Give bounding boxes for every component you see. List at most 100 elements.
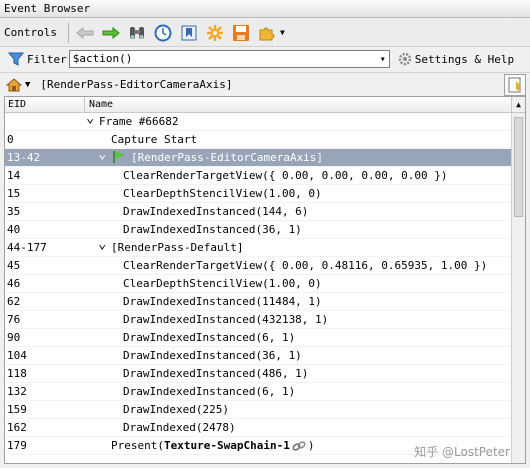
event-name: Frame #66682 xyxy=(99,113,178,131)
tree-group-row[interactable]: 13-42 ⌄ [RenderPass-EditorCameraAxis] xyxy=(5,146,511,167)
table-row[interactable]: 159 DrawIndexed(225) xyxy=(5,401,511,419)
link-icon[interactable] xyxy=(292,440,306,452)
event-name: DrawIndexedInstanced(36, 1) xyxy=(123,221,302,239)
table-row[interactable]: 76 DrawIndexedInstanced(432138, 1) xyxy=(5,311,511,329)
event-name-text: DrawIndexedInstanced(6, 1) xyxy=(123,331,296,344)
find-button[interactable] xyxy=(126,22,148,44)
settings-help-button[interactable]: Settings & Help xyxy=(398,52,514,66)
event-name-text: Present( xyxy=(111,439,164,452)
table-row[interactable]: 132 DrawIndexedInstanced(6, 1) xyxy=(5,383,511,401)
resource-link[interactable]: Texture-SwapChain-1 xyxy=(164,439,290,452)
bookmark-button[interactable] xyxy=(178,22,200,44)
event-name-text: DrawIndexedInstanced(432138, 1) xyxy=(123,313,329,326)
event-name: DrawIndexedInstanced(36, 1) xyxy=(123,347,302,365)
filter-input[interactable]: $action() ▾ xyxy=(68,50,390,68)
chevron-down-icon[interactable]: ⌄ xyxy=(98,145,106,163)
eid-cell: 14 xyxy=(7,169,21,182)
clock-icon xyxy=(154,24,172,41)
event-name-text: [RenderPass-EditorCameraAxis] xyxy=(131,151,324,164)
event-name-text: DrawIndexedInstanced(36, 1) xyxy=(123,223,302,236)
tree-group-row[interactable]: 44-177 ⌄ [RenderPass-Default] xyxy=(5,236,511,257)
add-bookmark-button[interactable] xyxy=(504,74,526,96)
name-cell: Capture Start xyxy=(85,131,511,148)
chevron-down-icon[interactable]: ▼ xyxy=(25,80,30,90)
table-row[interactable]: 15 ClearDepthStencilView(1.00, 0) xyxy=(5,185,511,203)
vertical-scrollbar[interactable] xyxy=(511,113,525,463)
table-row[interactable]: 162 DrawIndexed(2478) xyxy=(5,419,511,437)
event-name-text: DrawIndexedInstanced(6, 1) xyxy=(123,385,296,398)
event-name-text: ClearRenderTargetView({ 0.00, 0.00, 0.00… xyxy=(123,169,448,182)
eid-cell: 159 xyxy=(7,403,27,416)
eid-cell: 13-42 xyxy=(7,151,41,164)
chevron-down-icon[interactable]: ⌄ xyxy=(98,235,106,253)
tree-group-row[interactable]: ⌄ Frame #66682 xyxy=(5,110,511,131)
table-row[interactable]: 14 ClearRenderTargetView({ 0.00, 0.00, 0.… xyxy=(5,167,511,185)
name-cell: ⌄ Frame #66682 xyxy=(85,110,511,131)
chevron-down-icon[interactable]: ▾ xyxy=(380,52,386,68)
eid-cell: 179 xyxy=(7,439,27,452)
event-name-text: DrawIndexedInstanced(486, 1) xyxy=(123,367,309,380)
table-row[interactable]: 45 ClearRenderTargetView({ 0.00, 0.48116,… xyxy=(5,257,511,275)
event-name-text: ClearRenderTargetView({ 0.00, 0.48116, 0… xyxy=(123,259,488,272)
event-name: DrawIndexedInstanced(144, 6) xyxy=(123,203,308,221)
event-name: ClearRenderTargetView({ 0.00, 0.48116, 0… xyxy=(123,257,487,275)
eid-cell: 132 xyxy=(7,385,27,398)
table-row[interactable]: 104 DrawIndexedInstanced(36, 1) xyxy=(5,347,511,365)
table-row[interactable]: 62 DrawIndexedInstanced(11484, 1) xyxy=(5,293,511,311)
home-icon[interactable] xyxy=(6,77,22,92)
gear-icon xyxy=(206,24,223,41)
chevron-down-icon[interactable]: ▼ xyxy=(280,28,285,37)
name-cell: DrawIndexed(225) xyxy=(85,401,511,418)
back-button[interactable] xyxy=(74,22,96,44)
eid-cell: 0 xyxy=(7,133,14,146)
table-row[interactable]: 0 Capture Start xyxy=(5,131,511,149)
colorize-button[interactable] xyxy=(204,22,226,44)
puzzle-icon xyxy=(259,27,275,40)
event-name: DrawIndexedInstanced(6, 1) xyxy=(123,329,295,347)
event-name: ClearRenderTargetView({ 0.00, 0.00, 0.00… xyxy=(123,167,448,185)
table-row[interactable]: 90 DrawIndexedInstanced(6, 1) xyxy=(5,329,511,347)
tree-header: EID Name ▲ xyxy=(5,97,525,113)
table-row[interactable]: 40 DrawIndexedInstanced(36, 1) xyxy=(5,221,511,239)
settings-help-label: Settings & Help xyxy=(414,52,515,66)
column-header-eid[interactable]: EID xyxy=(5,97,85,112)
name-cell: ⌄ [RenderPass-EditorCameraAxis] xyxy=(85,146,511,167)
table-row[interactable]: 118 DrawIndexedInstanced(486, 1) xyxy=(5,365,511,383)
eid-cell: 90 xyxy=(7,331,21,344)
eid-cell: 15 xyxy=(7,187,21,200)
name-cell: DrawIndexedInstanced(486, 1) xyxy=(85,365,511,382)
eid-cell: 162 xyxy=(7,421,27,434)
scroll-up-button[interactable]: ▲ xyxy=(511,97,525,112)
bookmark-add-icon xyxy=(508,77,521,93)
eid-cell xyxy=(5,113,85,130)
window-title: Event Browser xyxy=(0,0,530,18)
window-title-text: Event Browser xyxy=(4,2,91,15)
forward-button[interactable] xyxy=(100,22,122,44)
name-cell: ClearDepthStencilView(1.00, 0) xyxy=(85,185,511,202)
watermark: 知乎 @LostPeter xyxy=(414,445,510,459)
name-cell: DrawIndexedInstanced(432138, 1) xyxy=(85,311,511,328)
tree-rows: ⌄ Frame #66682 0 Capture Start 13-42 ⌄ [Render… xyxy=(5,110,511,455)
table-row[interactable]: 35 DrawIndexedInstanced(144, 6) xyxy=(5,203,511,221)
filter-icon xyxy=(8,52,24,66)
scrollbar-thumb[interactable] xyxy=(514,117,523,217)
table-row[interactable]: 46 ClearDepthStencilView(1.00, 0) xyxy=(5,275,511,293)
name-cell: ClearRenderTargetView({ 0.00, 0.48116, 0… xyxy=(85,257,511,274)
chevron-down-icon[interactable]: ⌄ xyxy=(86,109,94,127)
time-durations-button[interactable] xyxy=(152,22,174,44)
event-name: [RenderPass-EditorCameraAxis] xyxy=(131,149,323,167)
event-name-text: DrawIndexedInstanced(36, 1) xyxy=(123,349,302,362)
event-name: DrawIndexed(225) xyxy=(123,401,229,419)
event-tree[interactable]: EID Name ▲ ⌄ Frame #66682 0 Capture Start 13… xyxy=(4,96,526,464)
event-name-text: [RenderPass-Default] xyxy=(111,241,244,254)
eid-cell: 35 xyxy=(7,205,21,218)
event-name-text: DrawIndexedInstanced(11484, 1) xyxy=(123,295,322,308)
name-cell: DrawIndexedInstanced(6, 1) xyxy=(85,329,511,346)
save-button[interactable] xyxy=(230,22,252,44)
column-header-name[interactable]: Name xyxy=(85,97,511,112)
flag-icon xyxy=(113,151,125,163)
name-cell: DrawIndexedInstanced(36, 1) xyxy=(85,347,511,364)
eid-cell: 76 xyxy=(7,313,21,326)
extensions-button[interactable] xyxy=(256,22,278,44)
event-name-text: ClearDepthStencilView(1.00, 0) xyxy=(123,277,322,290)
